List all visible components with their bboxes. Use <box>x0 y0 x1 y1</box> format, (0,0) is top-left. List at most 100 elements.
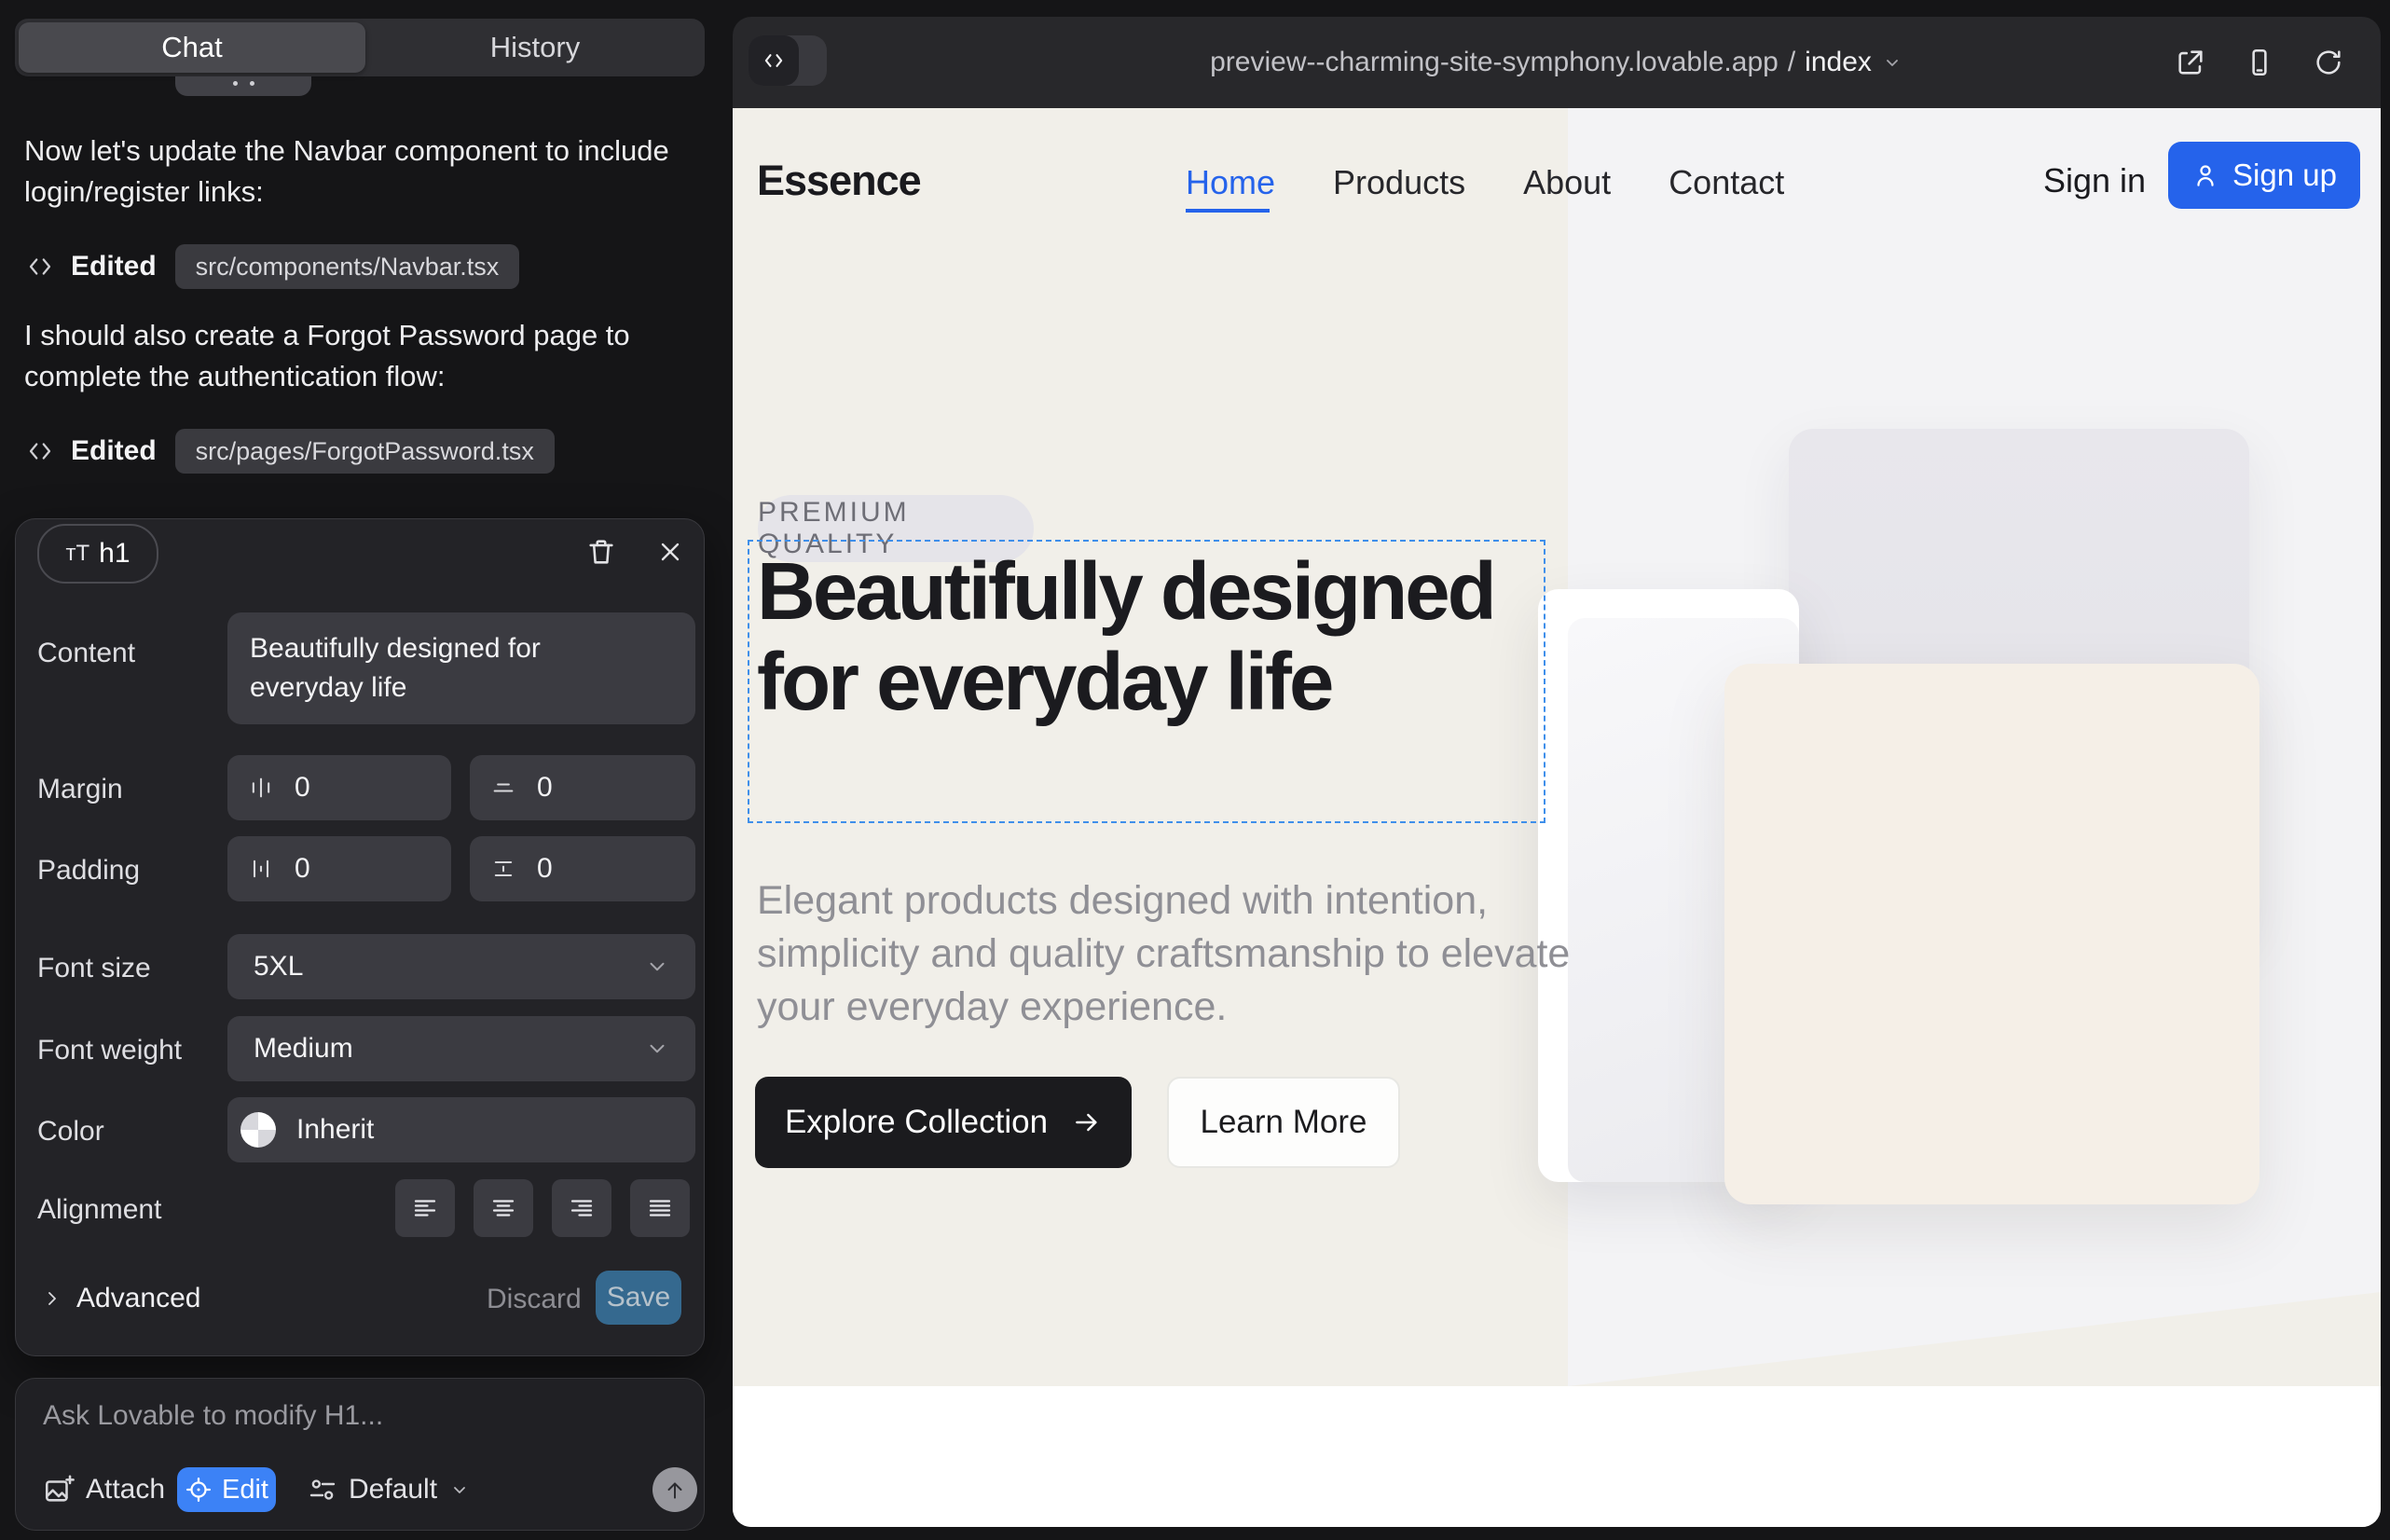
margin-label: Margin <box>37 774 123 805</box>
hero-heading[interactable]: Beautifully designed for everyday life <box>757 546 1549 727</box>
url-bar[interactable]: preview--charming-site-symphony.lovable.… <box>733 17 2381 108</box>
preview-browser-window: preview--charming-site-symphony.lovable.… <box>733 17 2381 1527</box>
align-left-icon <box>411 1194 439 1222</box>
advanced-label: Advanced <box>76 1283 200 1314</box>
padding-label: Padding <box>37 855 140 887</box>
mode-select[interactable]: Default <box>308 1467 471 1512</box>
attach-button[interactable]: Attach <box>43 1467 165 1512</box>
url-separator: / <box>1788 47 1795 78</box>
tab-history[interactable]: History <box>365 19 705 76</box>
advanced-toggle[interactable]: Advanced <box>41 1283 200 1314</box>
save-button[interactable]: Save <box>596 1271 681 1325</box>
close-panel-button[interactable] <box>646 528 694 576</box>
nav-link-home[interactable]: Home <box>1186 163 1275 202</box>
align-left-button[interactable] <box>395 1179 455 1237</box>
align-justify-button[interactable] <box>630 1179 690 1237</box>
padding-x-value: 0 <box>295 853 310 885</box>
content-value: Beautifully designed for everyday life <box>250 629 660 708</box>
tab-chat[interactable]: Chat <box>19 22 365 73</box>
attach-image-icon <box>43 1474 75 1506</box>
app-root: Chat History Now let's update the Navbar… <box>0 0 2390 1540</box>
hero-paragraph: Elegant products designed with intention… <box>757 874 1577 1034</box>
typography-icon: тT <box>65 541 89 567</box>
tab-history-label: History <box>490 31 580 64</box>
mobile-view-icon[interactable] <box>2235 38 2284 87</box>
nav-link-contact[interactable]: Contact <box>1669 163 1784 202</box>
edit-mode-button[interactable]: Edit <box>177 1467 276 1512</box>
selected-element-tag: тT h1 <box>37 524 158 584</box>
site-viewport: Essence Home Products About Contact Sign… <box>733 108 2381 1527</box>
send-button[interactable] <box>652 1467 697 1512</box>
alignment-label: Alignment <box>37 1194 161 1226</box>
chevron-right-icon <box>41 1287 63 1310</box>
section-below-hero <box>733 1386 2381 1527</box>
sign-in-link[interactable]: Sign in <box>2043 161 2146 200</box>
chevron-down-icon <box>448 1478 471 1501</box>
align-center-button[interactable] <box>474 1179 533 1237</box>
edited-file-row: Edited src/pages/ForgotPassword.tsx <box>24 429 555 474</box>
margin-x-input[interactable]: 0 <box>227 755 451 820</box>
color-value: Inherit <box>296 1114 374 1146</box>
refresh-icon[interactable] <box>2304 38 2353 87</box>
nav-link-about[interactable]: About <box>1523 163 1611 202</box>
margin-x-value: 0 <box>295 772 310 804</box>
chat-sidebar: Chat History Now let's update the Navbar… <box>0 0 727 1540</box>
scrolled-chip-remnant[interactable] <box>175 76 311 96</box>
chat-history-tabs: Chat History <box>15 19 705 76</box>
font-weight-select[interactable]: Medium <box>227 1016 695 1081</box>
explore-collection-button[interactable]: Explore Collection <box>755 1077 1132 1168</box>
color-label: Color <box>37 1116 104 1148</box>
padding-x-input[interactable]: 0 <box>227 836 451 901</box>
align-justify-icon <box>646 1194 674 1222</box>
sign-up-label: Sign up <box>2232 158 2337 193</box>
content-input[interactable]: Beautifully designed for everyday life <box>227 612 695 724</box>
attach-label: Attach <box>86 1474 165 1506</box>
composer-placeholder[interactable]: Ask Lovable to modify H1... <box>43 1400 383 1432</box>
target-icon <box>185 1476 213 1504</box>
font-size-label: Font size <box>37 953 151 984</box>
margin-y-input[interactable]: 0 <box>470 755 695 820</box>
browser-actions <box>2166 17 2353 108</box>
margin-vertical-icon <box>490 775 516 801</box>
user-icon <box>2191 161 2219 189</box>
learn-more-button[interactable]: Learn More <box>1167 1077 1400 1168</box>
site-logo[interactable]: Essence <box>757 157 921 205</box>
color-select[interactable]: Inherit <box>227 1097 695 1162</box>
discard-button[interactable]: Discard <box>487 1284 582 1315</box>
explore-collection-label: Explore Collection <box>785 1104 1048 1141</box>
align-right-button[interactable] <box>552 1179 611 1237</box>
nav-link-products[interactable]: Products <box>1333 163 1465 202</box>
padding-y-value: 0 <box>537 853 553 885</box>
align-center-icon <box>489 1194 517 1222</box>
delete-element-button[interactable] <box>577 528 625 576</box>
chevron-down-icon <box>645 1037 669 1061</box>
edited-file-chip[interactable]: src/components/Navbar.tsx <box>175 244 520 289</box>
alignment-group <box>395 1179 690 1237</box>
edited-file-chip[interactable]: src/pages/ForgotPassword.tsx <box>175 429 555 474</box>
padding-y-input[interactable]: 0 <box>470 836 695 901</box>
padding-horizontal-icon <box>248 856 274 882</box>
font-size-select[interactable]: 5XL <box>227 934 695 999</box>
code-preview-toggle[interactable] <box>749 35 827 86</box>
arrow-right-icon <box>1072 1107 1102 1137</box>
sign-up-button[interactable]: Sign up <box>2168 142 2360 209</box>
sliders-icon <box>308 1475 337 1505</box>
active-nav-underline <box>1186 209 1270 213</box>
save-label: Save <box>607 1282 670 1313</box>
code-icon <box>761 48 787 74</box>
margin-horizontal-icon <box>248 775 274 801</box>
edited-label: Edited <box>71 251 157 282</box>
learn-more-label: Learn More <box>1201 1104 1367 1141</box>
open-external-icon[interactable] <box>2166 38 2215 87</box>
mode-label: Default <box>349 1474 437 1506</box>
site-nav: Home Products About Contact <box>1186 163 1784 202</box>
code-icon <box>24 251 56 282</box>
edit-label: Edit <box>222 1475 268 1506</box>
decor-card-cream <box>1724 664 2260 1204</box>
content-label: Content <box>37 638 135 669</box>
url-page: index <box>1805 47 1872 78</box>
tab-chat-label: Chat <box>161 31 222 64</box>
font-weight-value: Medium <box>254 1033 353 1065</box>
color-swatch <box>240 1112 276 1148</box>
code-view-segment[interactable] <box>749 35 799 86</box>
